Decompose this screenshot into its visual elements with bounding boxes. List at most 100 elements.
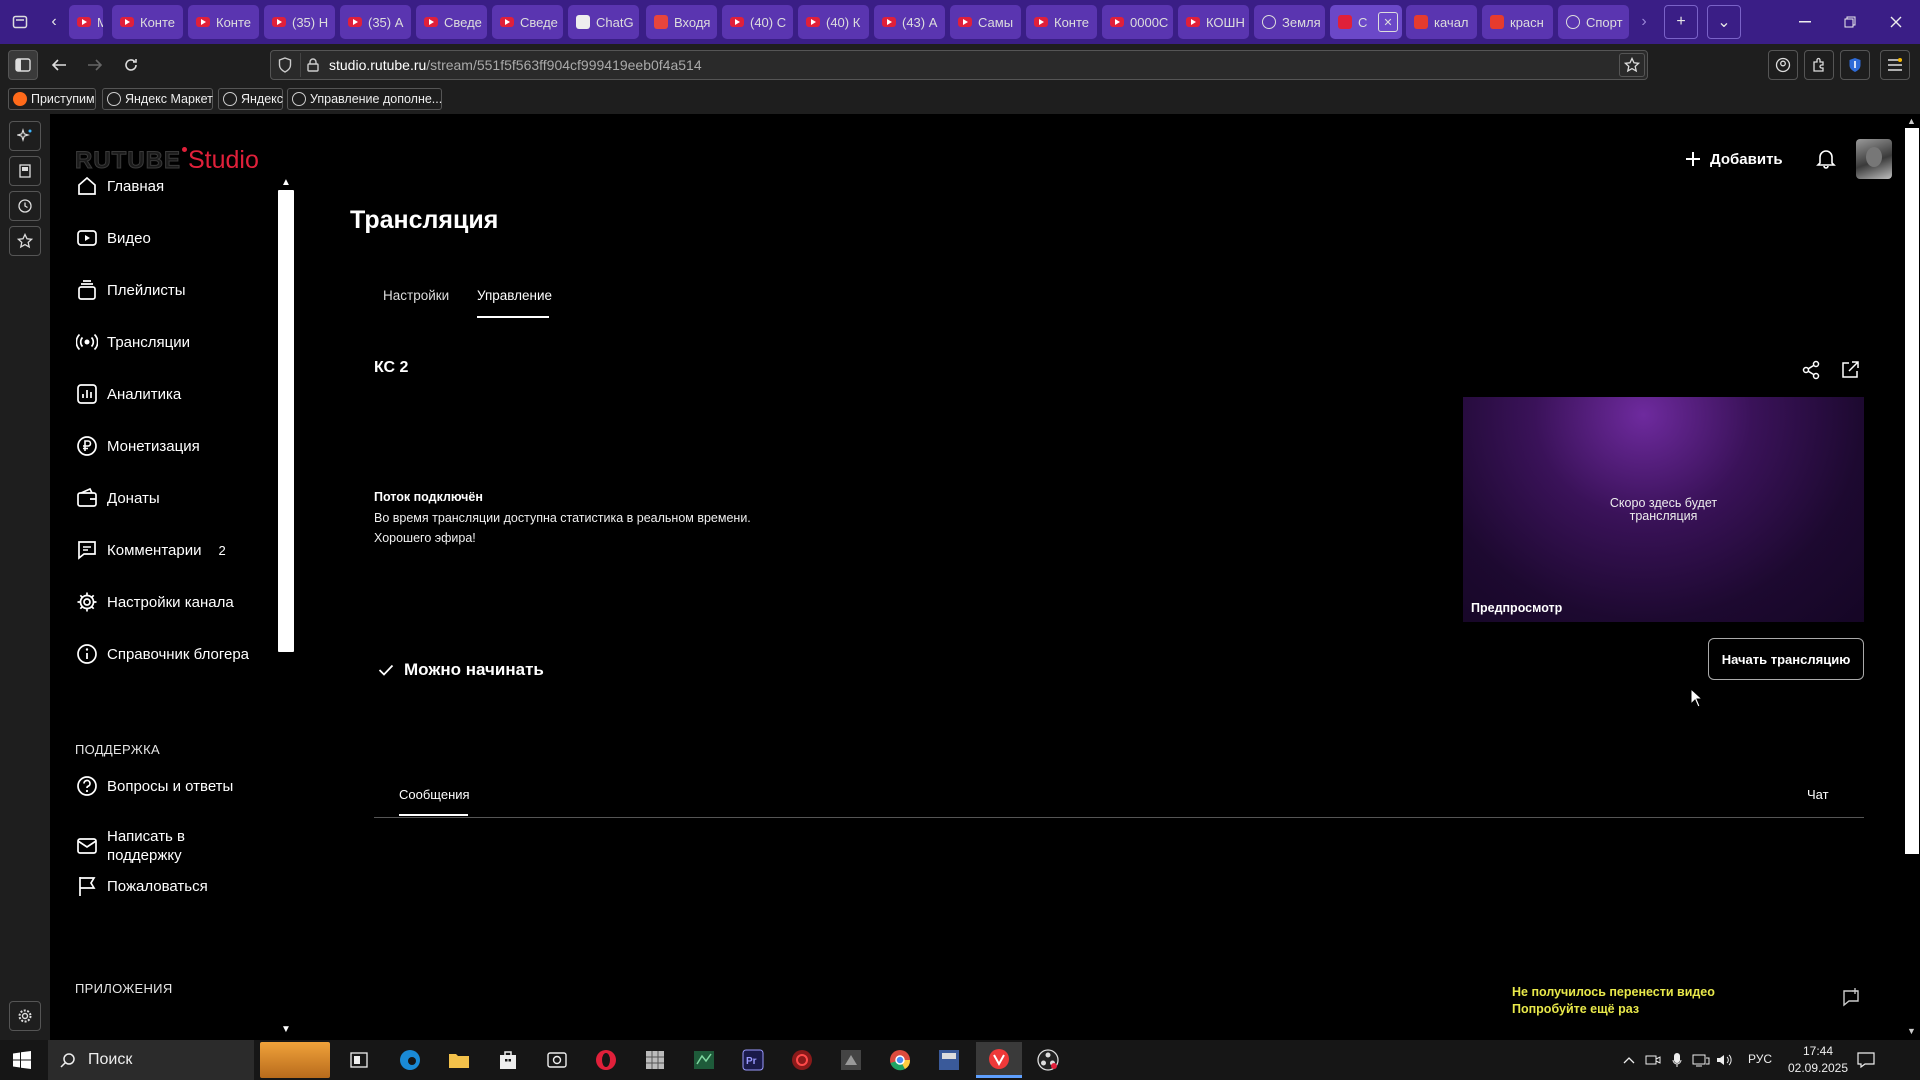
- opera-icon[interactable]: [588, 1044, 624, 1076]
- premiere-pro-icon[interactable]: Pr: [735, 1044, 771, 1076]
- browser-tab[interactable]: 0000С: [1102, 5, 1173, 39]
- tab-scroll-right-icon[interactable]: ›: [1634, 5, 1654, 39]
- browser-tab[interactable]: ChatG: [568, 5, 639, 39]
- avatar[interactable]: [1856, 139, 1892, 179]
- settings-app-icon[interactable]: [931, 1044, 967, 1076]
- favorites-star-icon[interactable]: [9, 226, 41, 256]
- bookmark-star-icon[interactable]: [1619, 53, 1645, 77]
- sidebar-item-contact-support[interactable]: Написать в поддержку: [76, 824, 185, 868]
- task-view-icon[interactable]: [341, 1044, 377, 1076]
- sidebar-item-money[interactable]: Монетизация: [76, 431, 200, 461]
- menu-icon[interactable]: [1880, 50, 1910, 80]
- sidebar-item-wallet[interactable]: Донаты: [76, 483, 160, 513]
- tab-chat[interactable]: Чат: [1807, 787, 1829, 802]
- forward-icon[interactable]: [80, 50, 110, 80]
- edge-icon[interactable]: [392, 1044, 428, 1076]
- sidebar-item-gear[interactable]: Настройки канала: [76, 587, 234, 617]
- microphone-icon[interactable]: [1666, 1044, 1688, 1076]
- browser-tab[interactable]: (43) А: [874, 5, 945, 39]
- extensions-icon[interactable]: [1804, 50, 1834, 80]
- tab-management[interactable]: Управление: [477, 288, 552, 303]
- browser-tab[interactable]: (40) К: [798, 5, 869, 39]
- page-scrollbar[interactable]: ▲ ▼: [1904, 114, 1920, 1040]
- page-scroll-down-icon[interactable]: ▼: [1907, 1026, 1916, 1036]
- scroll-up-icon[interactable]: ▲: [281, 178, 291, 188]
- minimize-icon[interactable]: [1788, 5, 1822, 39]
- game-app-icon[interactable]: [833, 1044, 869, 1076]
- browser-tab[interactable]: С ✕: [1330, 5, 1402, 39]
- browser-tab[interactable]: красн: [1482, 5, 1553, 39]
- search-highlight-image[interactable]: [260, 1042, 330, 1078]
- browser-tab[interactable]: Конте: [1026, 5, 1097, 39]
- chrome-icon[interactable]: [882, 1044, 918, 1076]
- page-scroll-up-icon[interactable]: ▲: [1907, 116, 1916, 126]
- store-icon[interactable]: [490, 1044, 526, 1076]
- shield-icon[interactable]: [273, 53, 297, 77]
- sidebar-item-video[interactable]: Видео: [76, 223, 151, 253]
- browser-tab[interactable]: Конте: [112, 5, 183, 39]
- browser-tab[interactable]: Сведе: [492, 5, 563, 39]
- tab-messages[interactable]: Сообщения: [399, 787, 470, 802]
- add-button[interactable]: Добавить: [1684, 146, 1783, 172]
- tab-overview-icon[interactable]: [3, 5, 37, 39]
- sidebar-scrollbar[interactable]: ▲: [278, 178, 294, 652]
- scroll-down-icon[interactable]: ▼: [281, 1024, 291, 1035]
- sidebar-item-faq[interactable]: Вопросы и ответы: [76, 771, 233, 801]
- stream-preview[interactable]: Скоро здесь будет трансляция Предпросмот…: [1463, 397, 1864, 622]
- browser-tab[interactable]: (35) А: [340, 5, 411, 39]
- address-bar[interactable]: studio.rutube.ru/stream/551f5f563ff904cf…: [270, 50, 1648, 80]
- close-tab-icon[interactable]: ✕: [1378, 12, 1398, 32]
- sidebar-item-report[interactable]: Пожаловаться: [76, 871, 208, 901]
- tab-scroll-left-icon[interactable]: ‹: [44, 5, 64, 39]
- bookmark-pristupim[interactable]: Приступим: [8, 88, 96, 110]
- reload-icon[interactable]: [116, 50, 146, 80]
- windows-start-icon[interactable]: [4, 1044, 40, 1076]
- sidebar-item-broadcast[interactable]: Трансляции: [76, 327, 190, 357]
- vivaldi-browser-icon[interactable]: [976, 1042, 1022, 1078]
- bookmark-yandex-market[interactable]: Яндекс Маркет: [102, 88, 213, 110]
- volume-icon[interactable]: [1714, 1044, 1736, 1076]
- tray-meet-icon[interactable]: [1642, 1044, 1664, 1076]
- toast-line-2[interactable]: Попробуйте ещё раз: [1512, 1001, 1715, 1018]
- tab-settings[interactable]: Настройки: [383, 288, 449, 303]
- sidebar-item-analytics[interactable]: Аналитика: [76, 379, 181, 409]
- network-icon[interactable]: [1690, 1044, 1712, 1076]
- browser-tab[interactable]: (40) С: [722, 5, 793, 39]
- ai-sparkle-icon[interactable]: [9, 121, 41, 151]
- terminal-app-icon[interactable]: [686, 1044, 722, 1076]
- sidebar-toggle-icon[interactable]: [8, 50, 38, 80]
- bell-icon[interactable]: [1815, 147, 1837, 169]
- lock-icon[interactable]: [300, 53, 324, 77]
- browser-tab[interactable]: Мо: [69, 5, 103, 39]
- open-external-icon[interactable]: [1840, 360, 1860, 380]
- browser-tab[interactable]: (35) Н: [264, 5, 335, 39]
- spreadsheet-app-icon[interactable]: [637, 1044, 673, 1076]
- close-window-icon[interactable]: [1879, 5, 1913, 39]
- browser-tab[interactable]: Сведе: [416, 5, 487, 39]
- sidebar-item-comment[interactable]: Комментарии 2: [76, 535, 226, 565]
- sidebar-item-playlist[interactable]: Плейлисты: [76, 275, 186, 305]
- browser-tab[interactable]: Входя: [646, 5, 717, 39]
- vpn-shield-icon[interactable]: [1840, 50, 1870, 80]
- sidebar-item-info[interactable]: Справочник блогера: [76, 639, 249, 669]
- file-explorer-icon[interactable]: [441, 1044, 477, 1076]
- obs-icon[interactable]: [1030, 1044, 1066, 1076]
- new-tab-icon[interactable]: +: [1664, 5, 1698, 39]
- browser-tab[interactable]: КОШН: [1178, 5, 1249, 39]
- chat-bubble-icon[interactable]: [1840, 988, 1862, 1008]
- browser-tab[interactable]: Спорт: [1558, 5, 1629, 39]
- browser-tab[interactable]: Конте: [188, 5, 259, 39]
- browser-settings-icon[interactable]: [9, 1001, 41, 1031]
- page-scroll-thumb[interactable]: [1905, 128, 1919, 854]
- start-stream-button[interactable]: Начать трансляцию: [1708, 638, 1864, 680]
- notifications-icon[interactable]: [1848, 1044, 1884, 1076]
- tray-expand-icon[interactable]: [1618, 1044, 1640, 1076]
- browser-tab[interactable]: Самы: [950, 5, 1021, 39]
- browser-tab[interactable]: Земля: [1254, 5, 1325, 39]
- bookmark-extensions[interactable]: Управление дополне...: [287, 88, 442, 110]
- account-icon[interactable]: [1768, 50, 1798, 80]
- clock[interactable]: 17:44 02.09.2025: [1778, 1043, 1858, 1077]
- browser-tab[interactable]: качал: [1406, 5, 1477, 39]
- sidebar-scroll-thumb[interactable]: [278, 190, 294, 652]
- recorder-icon[interactable]: [784, 1044, 820, 1076]
